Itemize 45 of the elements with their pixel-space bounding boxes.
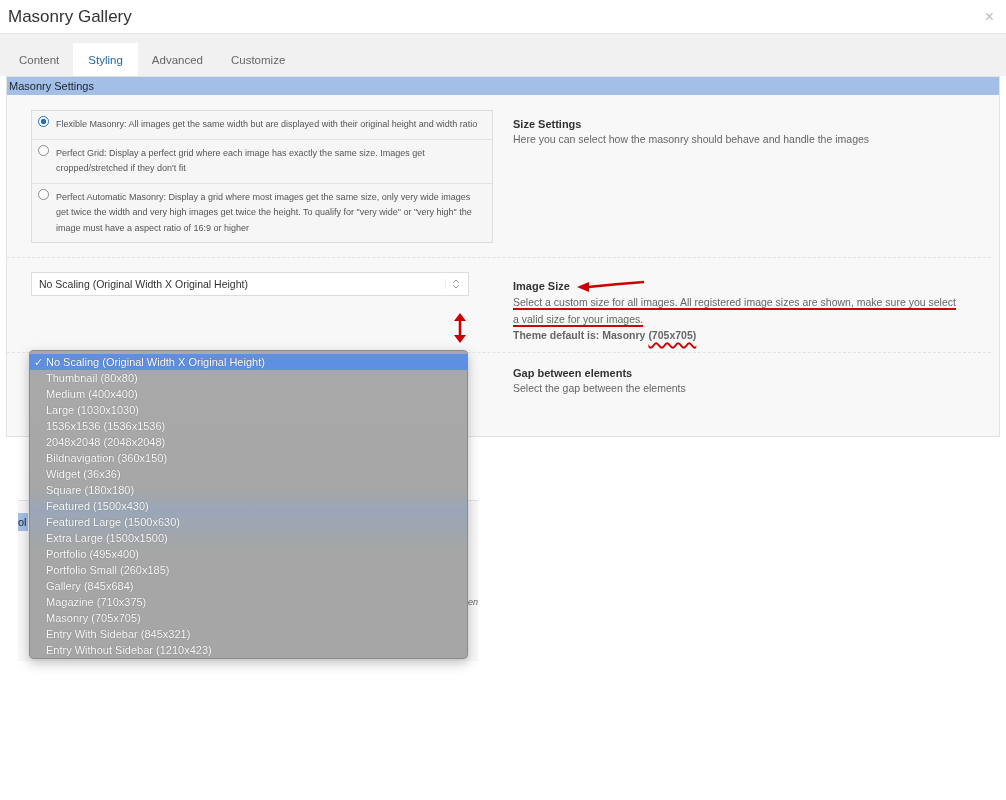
dropdown-option[interactable]: Widget (36x36) [30,466,467,482]
tab[interactable]: Customize [216,43,300,76]
dropdown-option[interactable]: Large (1030x1030) [30,402,467,418]
dropdown-option[interactable]: Bildnavigation (360x150) [30,450,467,466]
close-button[interactable]: × [980,7,998,26]
window-title: Masonry Gallery [8,6,132,27]
radio-label: Perfect Grid: Display a perfect grid where each image has exactly the same size. Images get cropped/stretched if they don't fit [56,146,426,175]
section-title: Image Size [513,280,570,292]
dropdown-option[interactable]: 2048x2048 (2048x2048) [30,434,467,450]
radio-label: Flexible Masonry: All images get the same width but are displayed with their original height and width ratio [56,118,478,131]
radio-button[interactable] [38,188,49,200]
section-description: Here you can select how the masonry should behave and handle the images [513,132,871,147]
dropdown-option[interactable]: Masonry (705x705) [30,610,467,626]
tab[interactable]: Content [5,43,74,76]
section-title: Size Settings [513,118,583,130]
updown-icon [445,279,460,289]
tab[interactable]: Styling [73,43,138,76]
description-text: en [468,597,478,607]
dropdown-option[interactable]: Portfolio (495x400) [30,546,467,562]
dropdown-option[interactable]: Entry With Sidebar (845x321) [30,626,467,642]
annotation-arrow [575,280,646,292]
theme-default-text: Theme default is: Masonry (705x705) [513,328,698,343]
section-description: Select the gap between the elements [513,381,687,396]
dropdown-option[interactable]: Portfolio Small (260x185) [30,562,467,578]
dropdown-option[interactable]: Entry Without Sidebar (1210x423) [30,642,467,658]
dropdown-option[interactable]: Square (180x180) [30,482,467,498]
tab[interactable]: Advanced [137,43,217,76]
dropdown-option[interactable]: Gallery (845x684) [30,578,467,594]
section-description: Select a custom size for all images. All registered image sizes are shown, make sure you select a valid size for your images. [513,295,957,327]
dropdown-option[interactable]: ✓ No Scaling (Original Width X Original Height) [30,354,467,370]
image-size-select[interactable]: No Scaling (Original Width X Original Height) [31,272,469,296]
section-title: Gap between elements [513,367,634,379]
dropdown-option[interactable]: Extra Large (1500x1500) [30,530,467,546]
double-arrow [454,313,466,343]
dropdown-option[interactable]: 1536x1536 (1536x1536) [30,418,467,434]
dropdown-option[interactable]: Featured Large (1500x630) [30,514,467,530]
panel-header: ol [18,513,28,531]
dropdown-option[interactable]: Magazine (710x375) [30,594,467,610]
dropdown-option[interactable]: Thumbnail (80x80) [30,370,467,386]
dropdown-option[interactable]: Medium (400x400) [30,386,467,402]
dropdown-option[interactable]: Featured (1500x430) [30,498,467,514]
panel-header: Masonry Settings [7,77,999,95]
radio-button[interactable] [38,144,49,156]
radio-button[interactable] [38,116,49,127]
radio-label: Perfect Automatic Masonry: Display a grid where most images get the same size, only very wide images get twice the width and very high images get twice the height. To qualify for "very wide" or "very high" the image must have a aspect ratio of 16:9 or higher [56,190,473,235]
